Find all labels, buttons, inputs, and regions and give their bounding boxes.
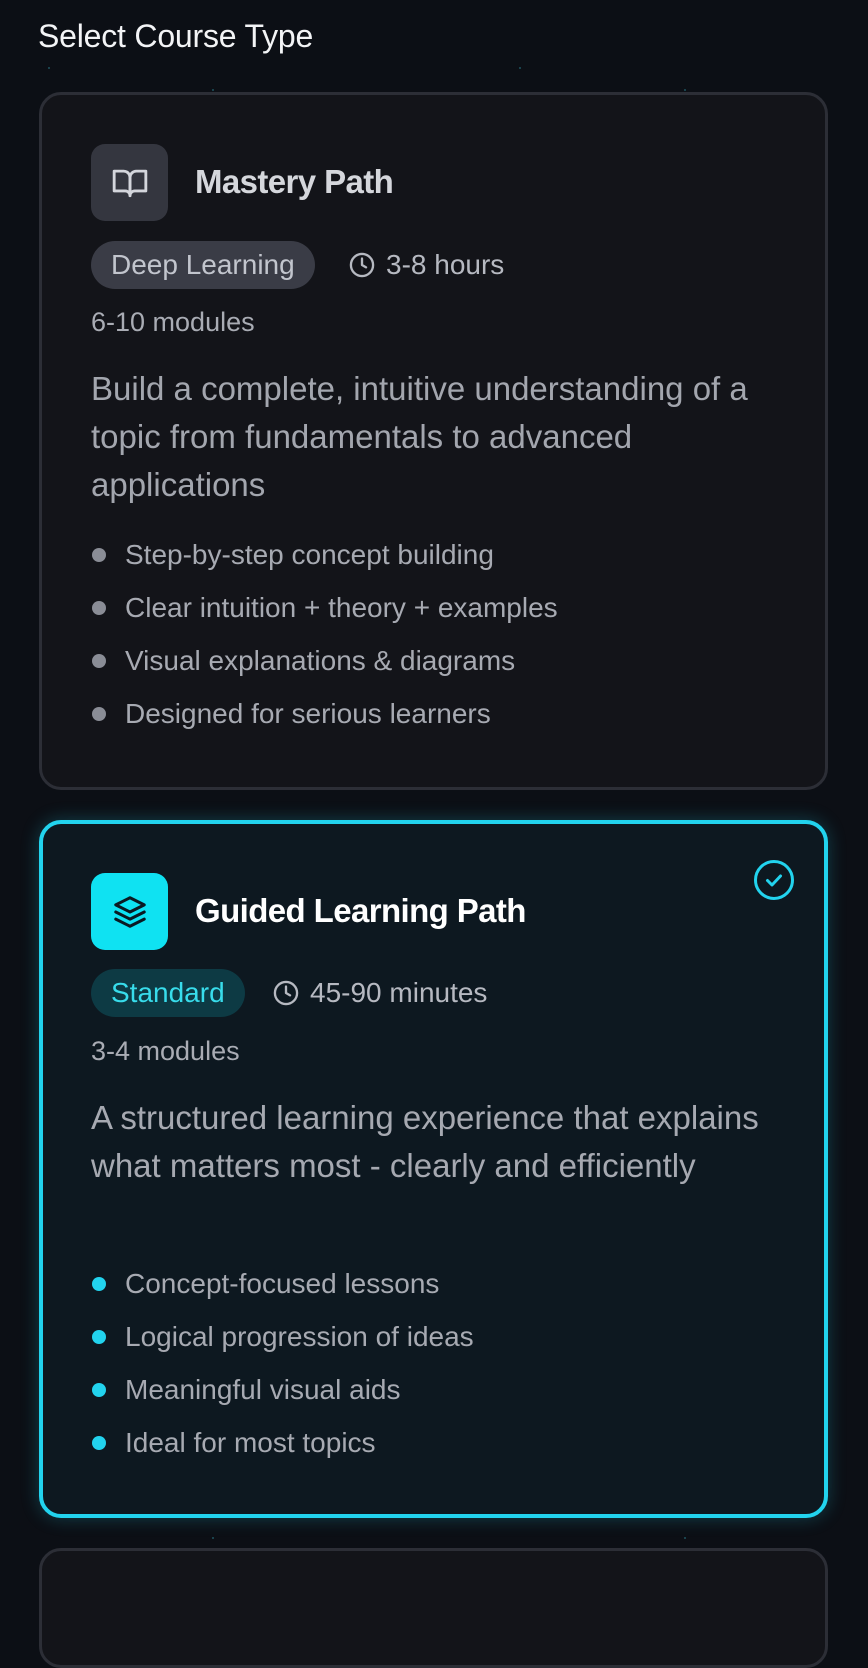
card-title: Mastery Path bbox=[195, 163, 394, 200]
feature-item: Clear intuition + theory + examples bbox=[91, 581, 558, 634]
feature-item: Step-by-step concept building bbox=[91, 528, 558, 581]
feature-text: Visual explanations & diagrams bbox=[125, 644, 516, 676]
duration: 3-8 hours bbox=[348, 241, 504, 289]
page-title: Select Course Type bbox=[38, 18, 314, 54]
bullet-dot-icon bbox=[92, 1276, 106, 1291]
module-count: 6-10 modules bbox=[91, 307, 255, 337]
module-count: 3-4 modules bbox=[91, 1036, 240, 1066]
level-badge: Standard bbox=[91, 969, 245, 1017]
feature-list: Concept-focused lessons Logical progress… bbox=[91, 1257, 474, 1469]
book-icon bbox=[112, 169, 147, 197]
course-icon-container bbox=[91, 873, 168, 950]
feature-text: Step-by-step concept building bbox=[125, 538, 494, 570]
card-description: Build a complete, intuitive understandin… bbox=[91, 370, 748, 503]
background-dot bbox=[684, 1537, 686, 1539]
feature-item: Logical progression of ideas bbox=[91, 1310, 474, 1363]
selected-check-icon bbox=[754, 860, 794, 900]
feature-item: Ideal for most topics bbox=[91, 1416, 474, 1469]
feature-text: Clear intuition + theory + examples bbox=[125, 591, 558, 623]
duration: 45-90 minutes bbox=[272, 969, 487, 1017]
feature-item: Concept-focused lessons bbox=[91, 1257, 474, 1310]
bullet-dot-icon bbox=[92, 653, 106, 668]
background-dot bbox=[212, 89, 214, 91]
bullet-dot-icon bbox=[92, 600, 106, 615]
feature-text: Concept-focused lessons bbox=[125, 1267, 440, 1299]
clock-icon bbox=[273, 980, 299, 1006]
bullet-dot-icon bbox=[92, 706, 106, 721]
layers-icon bbox=[113, 895, 146, 928]
duration-text: 3-8 hours bbox=[386, 249, 505, 280]
feature-text: Meaningful visual aids bbox=[125, 1373, 401, 1405]
background-dot bbox=[684, 89, 686, 91]
feature-item: Designed for serious learners bbox=[91, 687, 558, 740]
course-type-card-partial[interactable] bbox=[39, 1548, 828, 1668]
bullet-dot-icon bbox=[92, 547, 106, 562]
feature-text: Designed for serious learners bbox=[125, 697, 491, 729]
course-icon-container bbox=[91, 144, 168, 221]
background-dot bbox=[212, 1537, 214, 1539]
card-title: Guided Learning Path bbox=[195, 892, 526, 929]
feature-item: Visual explanations & diagrams bbox=[91, 634, 558, 687]
feature-item: Meaningful visual aids bbox=[91, 1363, 474, 1416]
bullet-dot-icon bbox=[92, 1329, 106, 1344]
clock-icon bbox=[349, 252, 375, 278]
course-type-card-guided[interactable]: Guided Learning Path Standard 45-90 minu… bbox=[39, 820, 828, 1518]
bullet-dot-icon bbox=[92, 1435, 106, 1450]
card-description: A structured learning experience that ex… bbox=[91, 1099, 759, 1184]
level-badge: Deep Learning bbox=[91, 241, 315, 289]
course-type-card-mastery[interactable]: Mastery Path Deep Learning 3-8 hours 6-1… bbox=[39, 92, 828, 790]
duration-text: 45-90 minutes bbox=[310, 977, 488, 1008]
feature-text: Ideal for most topics bbox=[125, 1426, 376, 1458]
feature-text: Logical progression of ideas bbox=[125, 1320, 474, 1352]
background-dot bbox=[48, 67, 50, 69]
background-dot bbox=[519, 67, 521, 69]
bullet-dot-icon bbox=[92, 1382, 106, 1397]
feature-list: Step-by-step concept building Clear intu… bbox=[91, 528, 558, 740]
